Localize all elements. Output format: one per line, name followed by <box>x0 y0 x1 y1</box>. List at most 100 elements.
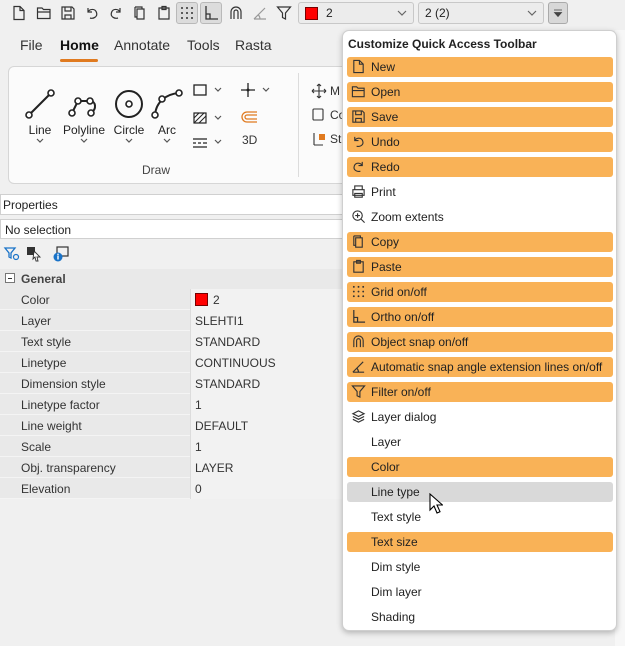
menu-item-line-type[interactable]: Line type <box>347 482 613 502</box>
zoom-extents-icon <box>352 210 365 223</box>
property-value[interactable]: 0 <box>190 478 345 499</box>
polyline-button[interactable]: Polyline <box>63 87 105 145</box>
quick-select-icon[interactable] <box>3 245 21 263</box>
tab-home[interactable]: Home <box>60 37 99 53</box>
menu-item-shading[interactable]: Shading <box>347 607 613 627</box>
osnap-toggle-button[interactable] <box>225 2 247 24</box>
move-button[interactable]: M <box>311 83 340 99</box>
open-button[interactable] <box>33 2 55 24</box>
property-value[interactable]: CONTINUOUS <box>190 352 345 373</box>
collapse-icon[interactable] <box>5 273 15 283</box>
menu-item-label: Text style <box>371 510 422 524</box>
menu-item-text-style[interactable]: Text style <box>347 507 613 527</box>
crosshair-icon <box>241 83 255 97</box>
menu-item-open[interactable]: Open <box>347 82 613 102</box>
redo-icon <box>353 161 363 172</box>
property-value-color[interactable]: 2 <box>190 289 345 310</box>
menu-item-zoom-extents[interactable]: Zoom extents <box>347 207 613 227</box>
property-name: Dimension style <box>21 377 106 391</box>
menu-item-save[interactable]: Save <box>347 107 613 127</box>
menu-item-print[interactable]: Print <box>347 182 613 202</box>
menu-item-dim-layer[interactable]: Dim layer <box>347 582 613 602</box>
tab-rasta[interactable]: Rasta <box>235 37 272 53</box>
save-button[interactable] <box>57 2 79 24</box>
property-value[interactable]: SLEHTI1 <box>190 310 345 331</box>
tab-tools[interactable]: Tools <box>187 37 220 53</box>
menu-item-paste[interactable]: Paste <box>347 257 613 277</box>
snap-angle-toggle-button[interactable] <box>249 2 271 24</box>
layer-combo[interactable]: 2 (2) <box>418 2 544 24</box>
move-icon <box>311 83 327 99</box>
property-value[interactable]: STANDARD <box>190 373 345 394</box>
circle-button[interactable]: Circle <box>109 87 149 145</box>
menu-item-ortho[interactable]: Ortho on/off <box>347 307 613 327</box>
chevron-down-icon <box>163 138 171 143</box>
menu-item-filter[interactable]: Filter on/off <box>347 382 613 402</box>
undo-icon <box>354 136 364 147</box>
hatch-button[interactable] <box>191 109 224 127</box>
property-row-obj-transparency: Obj. transparency LAYER <box>0 457 345 478</box>
open-icon <box>36 7 51 20</box>
tab-file[interactable]: File <box>20 37 43 53</box>
menu-item-snap-angle[interactable]: Automatic snap angle extension lines on/… <box>347 357 613 377</box>
redo-button[interactable] <box>105 2 127 24</box>
arc-button[interactable]: Arc <box>147 87 187 145</box>
line-styles-button[interactable] <box>191 133 224 151</box>
menu-item-color[interactable]: Color <box>347 457 613 477</box>
offset-button[interactable] <box>239 109 259 127</box>
object-info-icon[interactable] <box>52 245 70 263</box>
general-group-header[interactable]: General <box>0 269 345 289</box>
menu-item-object-snap[interactable]: Object snap on/off <box>347 332 613 352</box>
chevron-down-icon <box>527 10 537 16</box>
new-button[interactable] <box>8 2 30 24</box>
copy-icon <box>134 6 145 20</box>
3d-button[interactable]: 3D <box>242 133 257 147</box>
color-combo[interactable]: 2 <box>298 2 414 24</box>
menu-item-copy[interactable]: Copy <box>347 232 613 252</box>
menu-item-label: Line type <box>371 485 420 499</box>
rectangle-button[interactable] <box>191 81 224 99</box>
paste-button[interactable] <box>153 2 175 24</box>
copy-object-icon <box>312 108 324 121</box>
qat-customize-button[interactable] <box>548 2 568 24</box>
line-button[interactable]: Line <box>20 87 60 145</box>
save-icon <box>352 110 365 123</box>
selection-dropdown[interactable]: No selection <box>0 219 345 239</box>
filter-toggle-button[interactable] <box>273 2 295 24</box>
grid-toggle-button[interactable] <box>176 2 198 24</box>
ortho-toggle-button[interactable] <box>200 2 222 24</box>
menu-item-redo[interactable]: Redo <box>347 157 613 177</box>
stretch-icon <box>313 133 325 146</box>
menu-item-layer[interactable]: Layer <box>347 432 613 452</box>
select-objects-icon[interactable] <box>25 245 43 263</box>
property-value[interactable]: 1 <box>190 394 345 415</box>
property-name: Elevation <box>21 482 71 496</box>
quick-access-toolbar: 2 2 (2) <box>0 0 625 28</box>
circle-icon <box>115 90 143 118</box>
arc-icon <box>151 89 183 119</box>
menu-item-grid[interactable]: Grid on/off <box>347 282 613 302</box>
property-name: Color <box>21 293 50 307</box>
menu-item-dim-style[interactable]: Dim style <box>347 557 613 577</box>
menu-item-layer-dialog[interactable]: Layer dialog <box>347 407 613 427</box>
copy-object-button[interactable]: Co <box>311 107 345 123</box>
chevron-down-icon <box>397 10 407 16</box>
property-value[interactable]: DEFAULT <box>190 415 345 436</box>
tab-annotate[interactable]: Annotate <box>114 37 170 53</box>
property-name: Linetype <box>21 356 67 370</box>
menu-item-text-size[interactable]: Text size <box>347 532 613 552</box>
copy-icon <box>353 235 363 248</box>
property-value[interactable]: STANDARD <box>190 331 345 352</box>
stretch-button[interactable]: Str <box>311 131 345 147</box>
line-icon <box>25 89 55 119</box>
offset-icon <box>241 111 257 123</box>
undo-button[interactable] <box>81 2 103 24</box>
menu-item-new[interactable]: New <box>347 57 613 77</box>
property-row-layer: Layer SLEHTI1 <box>0 310 345 331</box>
property-value[interactable]: LAYER <box>190 457 345 478</box>
property-value[interactable]: 1 <box>190 436 345 457</box>
point-button[interactable] <box>239 81 272 99</box>
menu-item-label: Color <box>371 460 400 474</box>
menu-item-undo[interactable]: Undo <box>347 132 613 152</box>
copy-button[interactable] <box>129 2 151 24</box>
